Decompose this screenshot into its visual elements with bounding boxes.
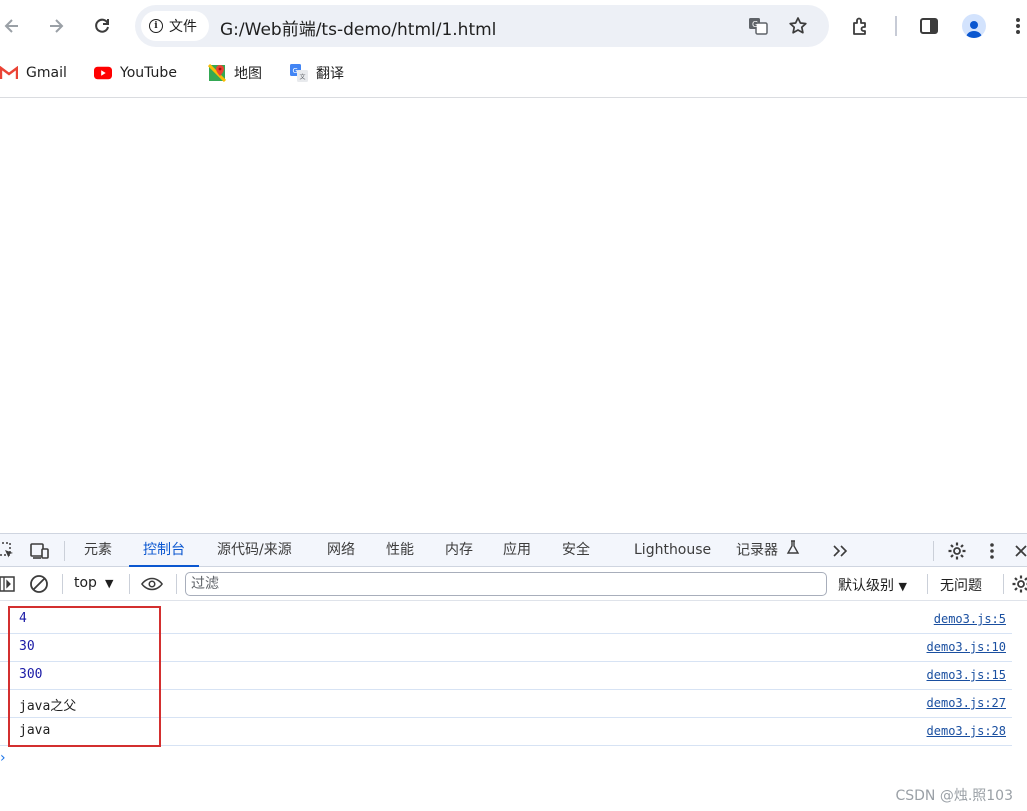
svg-text:G: G [752, 20, 758, 29]
flask-icon [786, 534, 800, 567]
tab-elements[interactable]: 元素 [84, 534, 112, 567]
info-icon: i [149, 19, 163, 33]
back-icon[interactable] [0, 12, 26, 40]
filter-divider [176, 574, 177, 594]
tab-application[interactable]: 应用 [503, 534, 531, 567]
console-message: java [19, 723, 51, 738]
svg-text:G: G [293, 67, 298, 75]
bookmark-label: 翻译 [316, 66, 344, 82]
bookmark-star-icon[interactable] [787, 15, 809, 37]
browser-toolbar: i 文件 G:/Web前端/ts-demo/html/1.html G [0, 0, 1027, 52]
tab-recorder[interactable]: 记录器 [736, 534, 800, 567]
issues-counter[interactable]: 无问题 [940, 575, 982, 595]
console-message: java之父 [19, 699, 77, 714]
context-selector[interactable]: top ▼ [74, 575, 113, 591]
bookmark-translate[interactable]: G文 翻译 [290, 63, 344, 83]
reload-icon[interactable] [88, 12, 116, 40]
tab-recorder-label: 记录器 [736, 542, 778, 559]
tab-performance[interactable]: 性能 [386, 534, 414, 567]
devtools-tab-bar: 元素 控制台 源代码/来源 网络 性能 内存 应用 安全 Lighthouse … [0, 533, 1027, 567]
avatar [962, 14, 986, 38]
gmail-icon [0, 65, 18, 81]
source-link[interactable]: demo3.js:10 [927, 640, 1006, 654]
settings-gear-icon[interactable] [946, 540, 968, 562]
more-menu-icon[interactable] [1004, 12, 1027, 40]
toolbar-divider [895, 16, 897, 36]
filter-divider [62, 574, 63, 594]
context-label: top [74, 575, 97, 591]
console-row: 4 demo3.js:5 [0, 606, 1012, 634]
devtools-panel: 元素 控制台 源代码/来源 网络 性能 内存 应用 安全 Lighthouse … [0, 533, 1027, 811]
console-prompt[interactable]: › [0, 750, 6, 766]
url-text[interactable]: G:/Web前端/ts-demo/html/1.html [220, 15, 496, 40]
svg-text:文: 文 [300, 73, 306, 81]
bookmark-maps[interactable]: 地图 [208, 63, 262, 83]
site-info-chip[interactable]: i 文件 [141, 11, 209, 41]
bookmark-label: 地图 [234, 66, 262, 82]
youtube-icon [94, 65, 112, 81]
tab-divider [933, 541, 934, 561]
console-row: 30 demo3.js:10 [0, 634, 1012, 662]
bookmark-label: YouTube [120, 65, 177, 81]
sidebar-toggle-icon[interactable] [0, 573, 18, 595]
bookmark-gmail[interactable]: Gmail [0, 63, 67, 83]
source-link[interactable]: demo3.js:27 [927, 696, 1006, 710]
log-levels-dropdown[interactable]: 默认级别 ▼ [838, 575, 907, 595]
extensions-icon[interactable] [847, 12, 875, 40]
address-bar[interactable]: i 文件 G:/Web前端/ts-demo/html/1.html G [135, 5, 829, 47]
watermark: CSDN @烛.照103 [895, 788, 1013, 804]
caret-down-icon: ▼ [104, 577, 114, 590]
console-filter-bar: top ▼ 默认级别 ▼ 无问题 [0, 567, 1027, 601]
more-tabs-icon[interactable] [830, 540, 852, 562]
console-row: java之父 demo3.js:27 [0, 690, 1012, 718]
console-message: 4 [19, 611, 27, 626]
clear-console-icon[interactable] [28, 573, 50, 595]
source-link[interactable]: demo3.js:5 [934, 612, 1006, 626]
bookmark-youtube[interactable]: YouTube [94, 63, 177, 83]
caret-down-icon: ▼ [898, 580, 907, 593]
site-chip-label: 文件 [169, 19, 197, 35]
tab-lighthouse[interactable]: Lighthouse [634, 534, 711, 567]
tab-sources[interactable]: 源代码/来源 [217, 534, 292, 567]
bookmarks-divider [0, 97, 1027, 98]
console-settings-gear-icon[interactable] [1010, 573, 1027, 595]
console-message: 30 [19, 639, 35, 654]
translate-icon: G文 [290, 64, 308, 82]
inspect-element-icon[interactable] [0, 540, 17, 562]
tab-security[interactable]: 安全 [562, 534, 590, 567]
maps-icon [208, 64, 226, 82]
side-panel-icon[interactable] [915, 12, 943, 40]
forward-icon[interactable] [42, 12, 70, 40]
live-expression-eye-icon[interactable] [141, 573, 163, 595]
close-icon[interactable] [1010, 540, 1027, 562]
filter-divider [927, 574, 928, 594]
device-toolbar-icon[interactable] [29, 540, 51, 562]
translate-page-icon[interactable]: G [747, 15, 769, 37]
console-row: 300 demo3.js:15 [0, 662, 1012, 690]
bookmarks-bar: Gmail YouTube 地图 G文 翻译 [0, 55, 1027, 91]
bookmark-label: Gmail [26, 65, 67, 81]
profile-avatar[interactable] [960, 12, 988, 40]
devtools-menu-icon[interactable] [981, 540, 1003, 562]
source-link[interactable]: demo3.js:28 [927, 724, 1006, 738]
filter-divider [1003, 574, 1004, 594]
tab-network[interactable]: 网络 [327, 534, 355, 567]
tab-console[interactable]: 控制台 [129, 534, 199, 567]
levels-label: 默认级别 [838, 578, 894, 594]
console-message: 300 [19, 667, 43, 682]
filter-divider [129, 574, 130, 594]
tab-divider [64, 541, 65, 561]
source-link[interactable]: demo3.js:15 [927, 668, 1006, 682]
console-row: java demo3.js:28 [0, 718, 1012, 746]
console-output: 4 demo3.js:5 30 demo3.js:10 300 demo3.js… [0, 606, 1012, 746]
filter-input[interactable] [185, 572, 827, 596]
tab-memory[interactable]: 内存 [445, 534, 473, 567]
